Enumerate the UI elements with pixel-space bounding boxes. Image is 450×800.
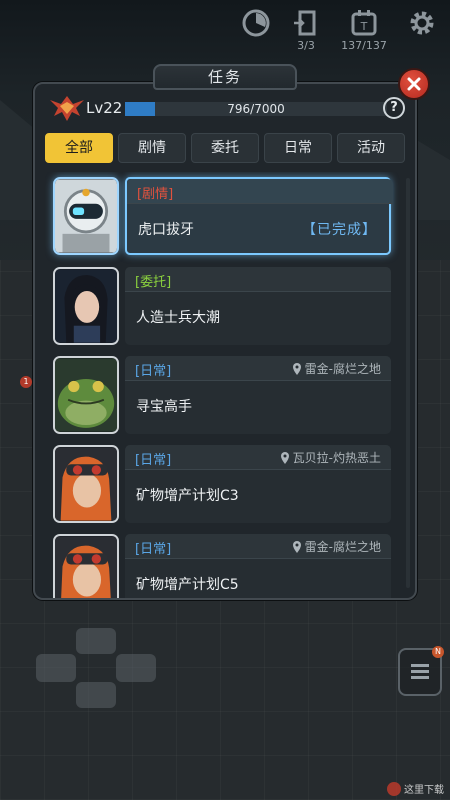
- tab-all[interactable]: 全部: [45, 133, 113, 163]
- xp-text: 796/7000: [227, 102, 285, 116]
- woman-portrait: [53, 267, 119, 345]
- quest-name: 虎口拔牙: [138, 222, 194, 238]
- watermark-text: 这里下载: [404, 785, 444, 796]
- quest-location-text: 雷金-腐烂之地: [304, 362, 381, 376]
- quest-item[interactable]: [日常] 雷金-腐烂之地 寻宝高手: [53, 356, 391, 435]
- quest-name: 矿物增产计划C3: [136, 488, 239, 504]
- quest-item[interactable]: [委托] 人造士兵大潮: [53, 267, 391, 346]
- tab-event[interactable]: 活动: [337, 133, 405, 163]
- quest-location: 雷金-腐烂之地: [292, 538, 381, 555]
- location-pin-icon: [280, 451, 289, 464]
- tab-story[interactable]: 剧情: [118, 133, 186, 163]
- door-button[interactable]: 3/3: [286, 8, 326, 52]
- category-tabs: 全部 剧情 委托 日常 活动: [45, 133, 405, 163]
- energy-count: 137/137: [341, 39, 387, 52]
- new-badge: N: [432, 646, 444, 658]
- quest-list-scrollbar[interactable]: [406, 178, 410, 588]
- quest-divider: [125, 558, 391, 559]
- quest-location: 雷金-腐烂之地: [292, 360, 381, 377]
- robot-portrait: [53, 177, 119, 255]
- dpad-control[interactable]: [36, 628, 156, 708]
- quest-name: 矿物增产计划C5: [136, 577, 239, 593]
- goggles-girl-portrait: [53, 445, 119, 523]
- quest-divider: [125, 380, 391, 381]
- quest-item[interactable]: [剧情] 虎口拔牙 【已完成】: [53, 177, 393, 256]
- calendar-energy-icon: T: [351, 10, 377, 36]
- quest-name: 寻宝高手: [136, 399, 192, 415]
- notification-badge: 1: [20, 376, 32, 388]
- quest-card: [委托] 人造士兵大潮: [125, 267, 391, 345]
- quest-location-text: 瓦贝拉-灼热恶土: [292, 451, 381, 465]
- door-count: 3/3: [297, 39, 315, 52]
- close-icon: [407, 77, 421, 91]
- tab-commission[interactable]: 委托: [191, 133, 259, 163]
- quest-divider: [125, 291, 391, 292]
- quest-item[interactable]: [日常] 雷金-腐烂之地 矿物增产计划C5: [53, 534, 391, 598]
- quest-card: [日常] 瓦贝拉-灼热恶土 矿物增产计划C3: [125, 445, 391, 523]
- xp-bar: 796/7000: [125, 102, 387, 116]
- door-icon: [294, 10, 316, 36]
- quest-location-text: 雷金-腐烂之地: [304, 540, 381, 554]
- settings-button[interactable]: [402, 8, 442, 38]
- help-button[interactable]: ?: [383, 97, 405, 119]
- svg-text:T: T: [360, 20, 368, 33]
- quest-divider: [127, 203, 393, 204]
- cooldown-icon: [242, 9, 270, 37]
- list-icon: [411, 664, 429, 679]
- watermark: 这里下载: [387, 781, 444, 796]
- toad-portrait: [53, 356, 119, 434]
- level-text: Lv22: [86, 99, 123, 117]
- quest-card: [剧情] 虎口拔牙 【已完成】: [125, 177, 393, 255]
- location-pin-icon: [292, 540, 301, 553]
- quest-location: 瓦贝拉-灼热恶土: [280, 449, 381, 466]
- goggles-girl-portrait: [53, 534, 119, 598]
- top-hud: 3/3 T 137/137: [236, 8, 442, 52]
- watermark-logo-icon: [387, 781, 401, 796]
- level-row: Lv22 796/7000 ?: [48, 94, 408, 124]
- quest-name: 人造士兵大潮: [136, 310, 220, 326]
- quest-card: [日常] 雷金-腐烂之地 矿物增产计划C5: [125, 534, 391, 598]
- cooldown-button[interactable]: [236, 8, 276, 38]
- rank-emblem-icon: [50, 96, 84, 121]
- quest-log-button[interactable]: N: [398, 646, 444, 696]
- quest-category: [日常]: [135, 453, 172, 468]
- tab-daily[interactable]: 日常: [264, 133, 332, 163]
- quest-category: [日常]: [135, 542, 172, 557]
- energy-button[interactable]: T 137/137: [336, 8, 392, 52]
- quest-item[interactable]: [日常] 瓦贝拉-灼热恶土 矿物增产计划C3: [53, 445, 391, 524]
- quest-divider: [125, 469, 391, 470]
- quest-list[interactable]: [剧情] 虎口拔牙 【已完成】 [委托] 人造士兵大潮 [日常] 雷金-腐烂之地…: [45, 172, 405, 598]
- panel-title: 任务: [153, 64, 297, 90]
- quest-status: 【已完成】: [302, 222, 377, 238]
- quest-card: [日常] 雷金-腐烂之地 寻宝高手: [125, 356, 391, 434]
- location-pin-icon: [292, 362, 301, 375]
- quest-category: [日常]: [135, 364, 172, 379]
- quest-category: [剧情]: [137, 187, 174, 202]
- quest-category: [委托]: [135, 275, 172, 290]
- gear-icon: [410, 11, 434, 35]
